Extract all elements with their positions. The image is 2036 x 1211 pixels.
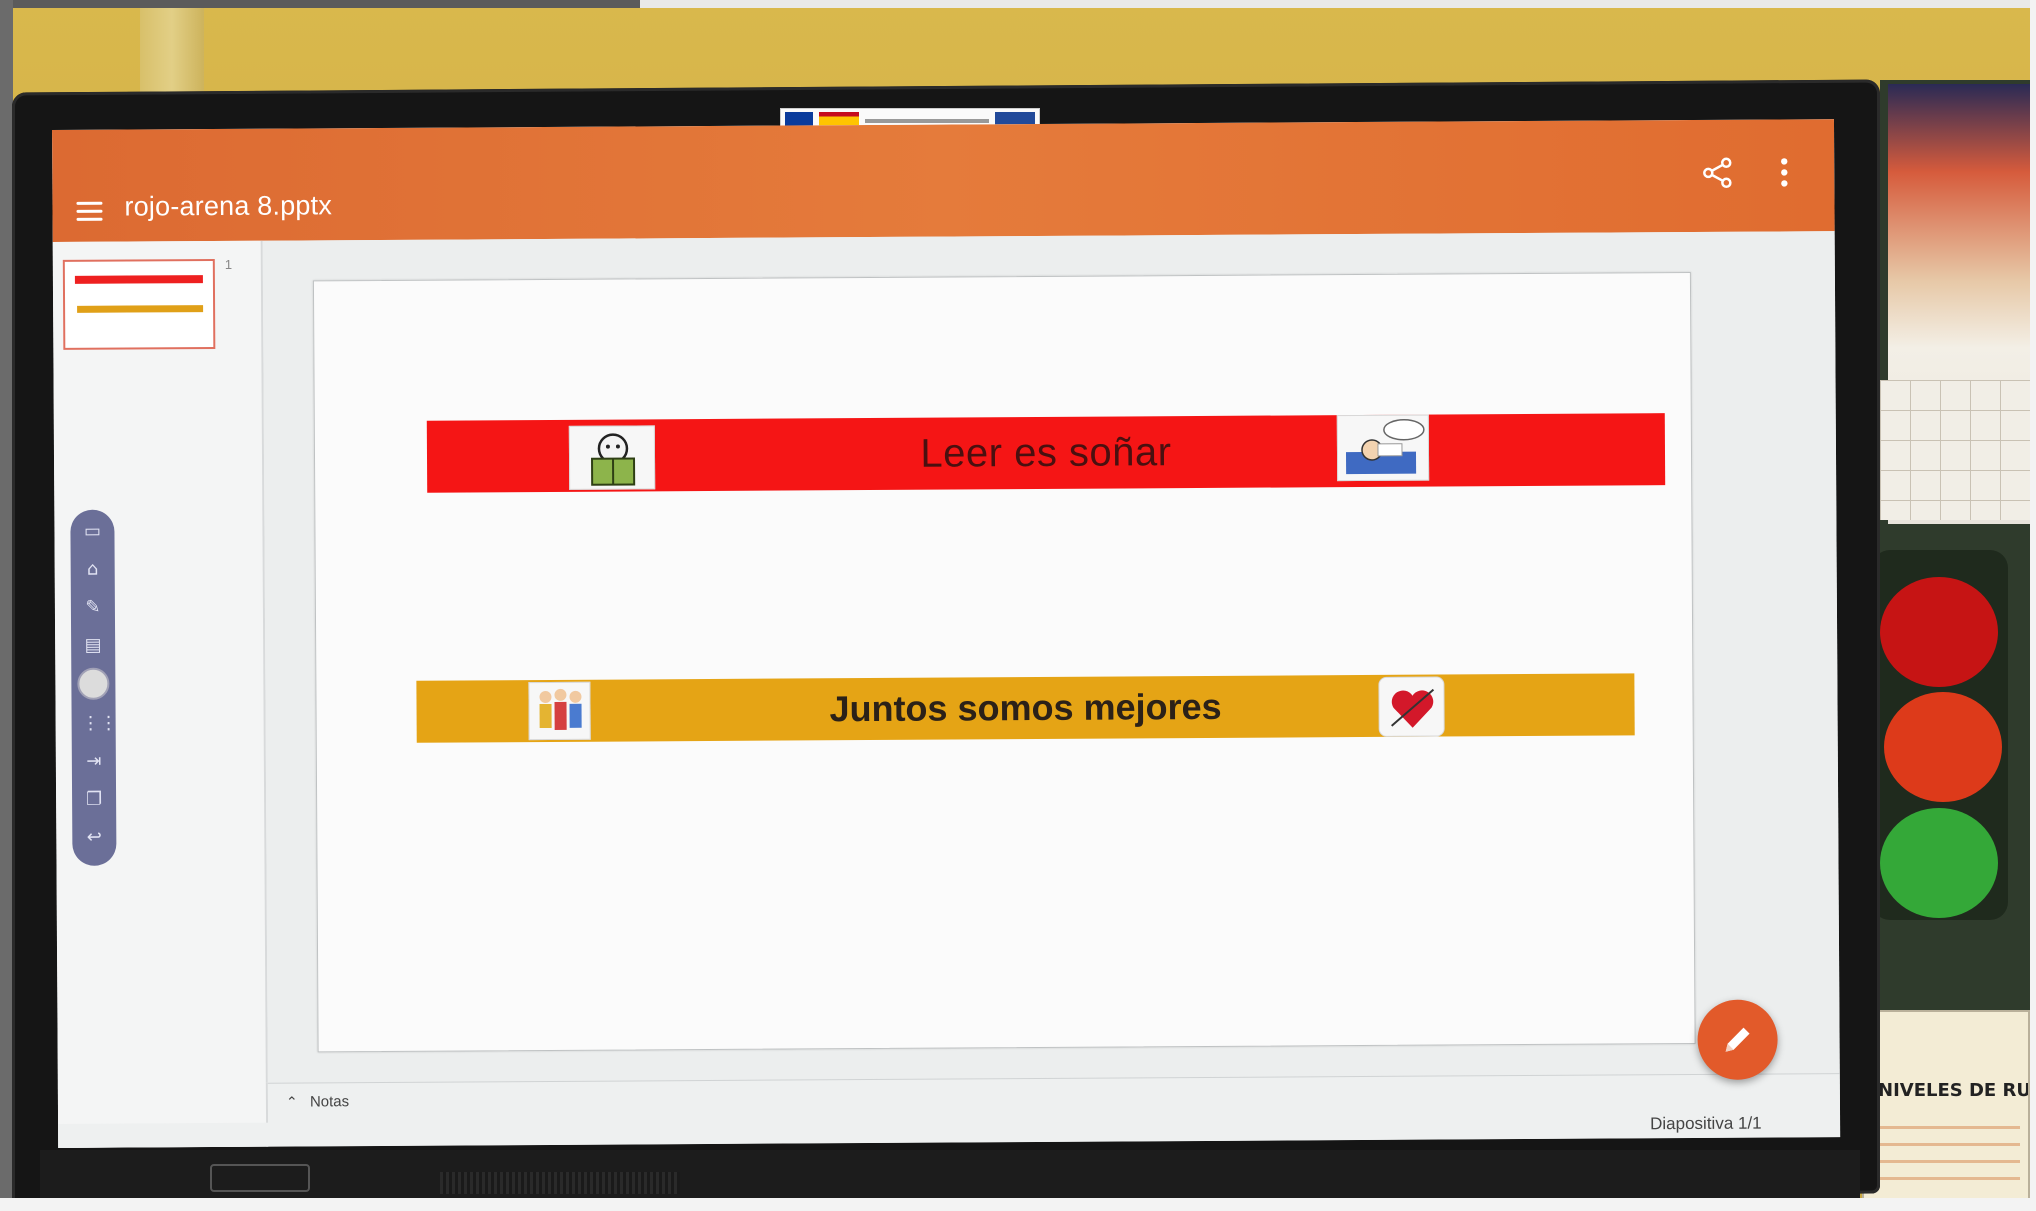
edit-icon[interactable]: ✎ [81,596,105,620]
slide-counter: Diapositiva 1/1 [1650,1113,1762,1134]
heart-pictogram[interactable] [1378,676,1445,737]
edit-fab-button[interactable] [1697,999,1778,1080]
more-vertical-icon[interactable] [1778,155,1790,189]
slide-canvas[interactable]: Leer es soñar Juntos somos mejores [312,271,1696,1053]
noise-levels-text-lines [1880,1112,2020,1192]
noise-levels-title: NIVELES DE RUI [1878,1080,2028,1101]
thumbnail-yellow-band [77,305,204,313]
presentation-app-screen: rojo-arena 8.pptx 1 ▭ ⌂ ✎ ▤ ⋮⋮ ⇥ ❐ ↩ Lee… [52,119,1841,1148]
front-ports [210,1164,310,1192]
notes-label[interactable]: Notas [310,1093,349,1110]
apps-grid-icon[interactable]: ⋮⋮ [82,712,118,736]
floating-toolbar: ▭ ⌂ ✎ ▤ ⋮⋮ ⇥ ❐ ↩ [70,509,118,866]
sticker-text-line [865,119,989,123]
slide-band-yellow[interactable]: Juntos somos mejores [416,673,1635,743]
group-people-pictogram[interactable] [528,681,591,741]
hamburger-menu-icon[interactable] [76,201,103,222]
photo-edge-right [2030,0,2036,1211]
slide-thumbnail[interactable] [62,259,216,350]
circle-button[interactable] [77,667,110,700]
photo-edge-top [0,0,640,8]
window-icon[interactable]: ❐ [82,788,106,812]
photo-edge-bottom [0,1198,2036,1211]
sleeping-dream-pictogram[interactable] [1336,414,1430,482]
traffic-light-green [1880,808,1998,918]
traffic-light-red [1880,577,1998,687]
share-icon[interactable] [1700,156,1734,190]
traffic-light-orange [1884,692,2002,802]
app-bar: rojo-arena 8.pptx [52,119,1835,242]
screen-icon[interactable]: ▭ [80,520,104,544]
speaker-grill [440,1172,680,1194]
slide-editor-area: Leer es soñar Juntos somos mejores [262,231,1840,1083]
input-source-icon[interactable]: ⇥ [82,750,106,774]
photo-edge-top-light [640,0,2036,8]
reading-pictogram[interactable] [568,425,656,490]
presentation-icon[interactable]: ▤ [81,634,105,658]
display-bottom-bezel [40,1150,1860,1200]
slide-title-leer: Leer es soñar [920,429,1172,476]
document-title: rojo-arena 8.pptx [124,190,333,222]
chevron-up-icon[interactable]: ⌃ [286,1094,298,1111]
wall-calendar [1880,380,2030,520]
slide-title-juntos: Juntos somos mejores [829,685,1222,730]
home-icon[interactable]: ⌂ [81,558,105,582]
thumbnail-red-band [74,275,203,284]
slide-thumbnail-number: 1 [224,256,233,272]
back-icon[interactable]: ↩ [82,826,106,850]
pencil-icon [1725,1027,1750,1052]
